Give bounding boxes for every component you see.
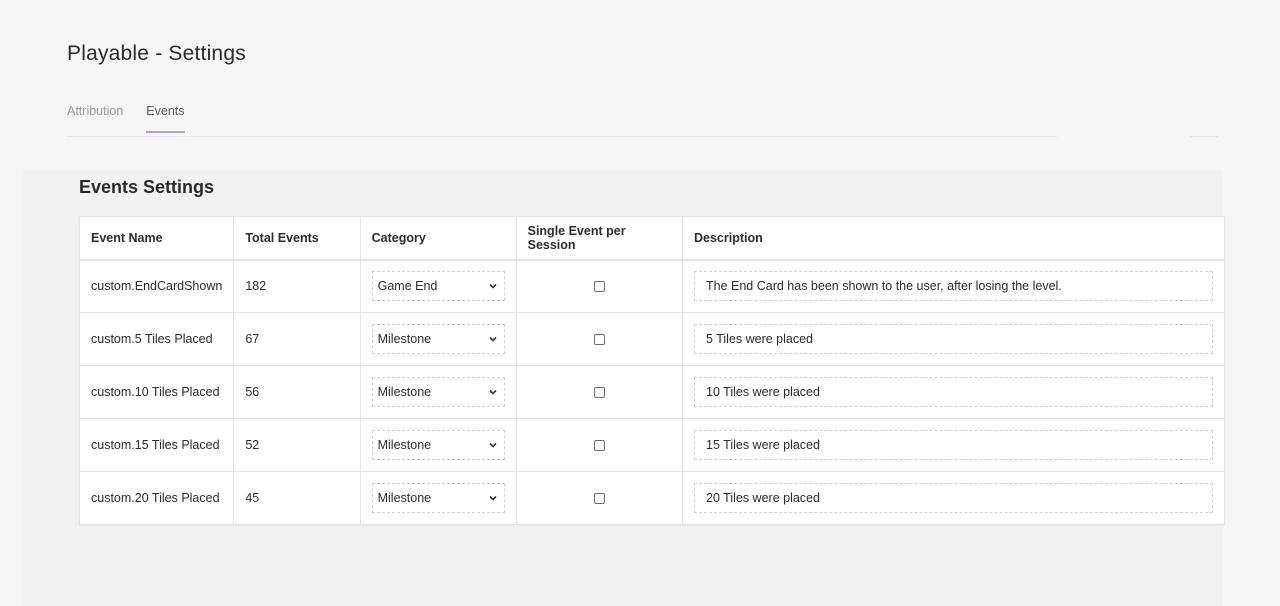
category-cell: Milestone [359, 312, 517, 366]
event-name-cell: custom.EndCardShown [78, 259, 235, 313]
category-select-value: Milestone [377, 332, 432, 346]
total-events-cell: 67 [233, 312, 361, 366]
tabs-divider-right [1190, 136, 1218, 137]
tab-attribution[interactable]: Attribution [67, 104, 123, 133]
description-cell: 15 Tiles were placed [682, 418, 1225, 472]
chevron-down-icon [489, 284, 497, 289]
single-event-checkbox[interactable] [593, 440, 605, 452]
category-cell: Milestone [359, 471, 517, 525]
description-input[interactable]: The End Card has been shown to the user,… [694, 271, 1213, 302]
single-event-checkbox[interactable] [593, 387, 605, 399]
category-select[interactable]: Milestone [371, 377, 505, 407]
single-event-cell [515, 471, 684, 525]
table-row: custom.15 Tiles Placed 52 Milestone 15 T… [78, 418, 1225, 472]
event-name-cell: custom.5 Tiles Placed [78, 312, 235, 366]
chevron-down-icon [489, 495, 497, 501]
category-select[interactable]: Game End [371, 271, 505, 302]
event-name-cell: custom.15 Tiles Placed [78, 418, 235, 472]
single-event-checkbox[interactable] [593, 493, 605, 505]
total-events-cell: 56 [233, 365, 361, 419]
header-event-name: Event Name [78, 216, 235, 260]
table-row: custom.10 Tiles Placed 56 Milestone 10 T… [78, 365, 1225, 419]
chevron-down-icon [489, 336, 497, 342]
single-event-checkbox[interactable] [593, 281, 605, 293]
description-cell: The End Card has been shown to the user,… [682, 259, 1225, 313]
tab-events[interactable]: Events [146, 104, 185, 133]
category-select[interactable]: Milestone [371, 430, 505, 460]
events-table: Event Name Total Events Category Single … [78, 216, 1225, 525]
single-event-checkbox[interactable] [593, 334, 605, 346]
description-input[interactable]: 15 Tiles were placed [694, 430, 1213, 460]
description-cell: 5 Tiles were placed [682, 312, 1225, 366]
page-title: Playable - Settings [67, 42, 246, 65]
category-select-value: Milestone [377, 385, 432, 399]
description-input[interactable]: 5 Tiles were placed [694, 324, 1213, 354]
header-category: Category [359, 216, 517, 260]
table-row: custom.5 Tiles Placed 67 Milestone 5 Til… [78, 312, 1225, 366]
description-input[interactable]: 10 Tiles were placed [694, 377, 1213, 407]
description-cell: 10 Tiles were placed [682, 365, 1225, 419]
event-name-cell: custom.10 Tiles Placed [78, 365, 235, 419]
panel-title: Events Settings [79, 177, 215, 197]
category-cell: Game End [359, 259, 517, 313]
total-events-cell: 182 [233, 259, 361, 313]
category-select[interactable]: Milestone [371, 324, 505, 354]
category-select-value: Milestone [377, 491, 432, 505]
category-cell: Milestone [359, 418, 517, 472]
total-events-cell: 45 [233, 471, 361, 525]
total-events-cell: 52 [233, 418, 361, 472]
single-event-cell [515, 312, 684, 366]
table-header-row: Event Name Total Events Category Single … [78, 216, 1225, 260]
tabs-divider [67, 136, 1057, 137]
table-row: custom.EndCardShown 182 Game End The End… [78, 259, 1225, 313]
chevron-down-icon [489, 442, 497, 448]
chevron-down-icon [489, 389, 497, 395]
description-cell: 20 Tiles were placed [682, 471, 1225, 525]
header-single-event: Single Event per Session [515, 216, 684, 260]
single-event-cell [515, 259, 684, 313]
table-row: custom.20 Tiles Placed 45 Milestone 20 T… [78, 471, 1225, 525]
category-cell: Milestone [359, 365, 517, 419]
header-total-events: Total Events [233, 216, 361, 260]
header-description: Description [682, 216, 1225, 260]
category-select-value: Milestone [377, 438, 432, 452]
single-event-cell [515, 418, 684, 472]
category-select-value: Game End [377, 279, 438, 294]
tab-bar: Attribution Events [67, 104, 185, 133]
single-event-cell [515, 365, 684, 419]
description-input[interactable]: 20 Tiles were placed [694, 483, 1213, 513]
event-name-cell: custom.20 Tiles Placed [78, 471, 235, 525]
category-select[interactable]: Milestone [371, 483, 505, 513]
